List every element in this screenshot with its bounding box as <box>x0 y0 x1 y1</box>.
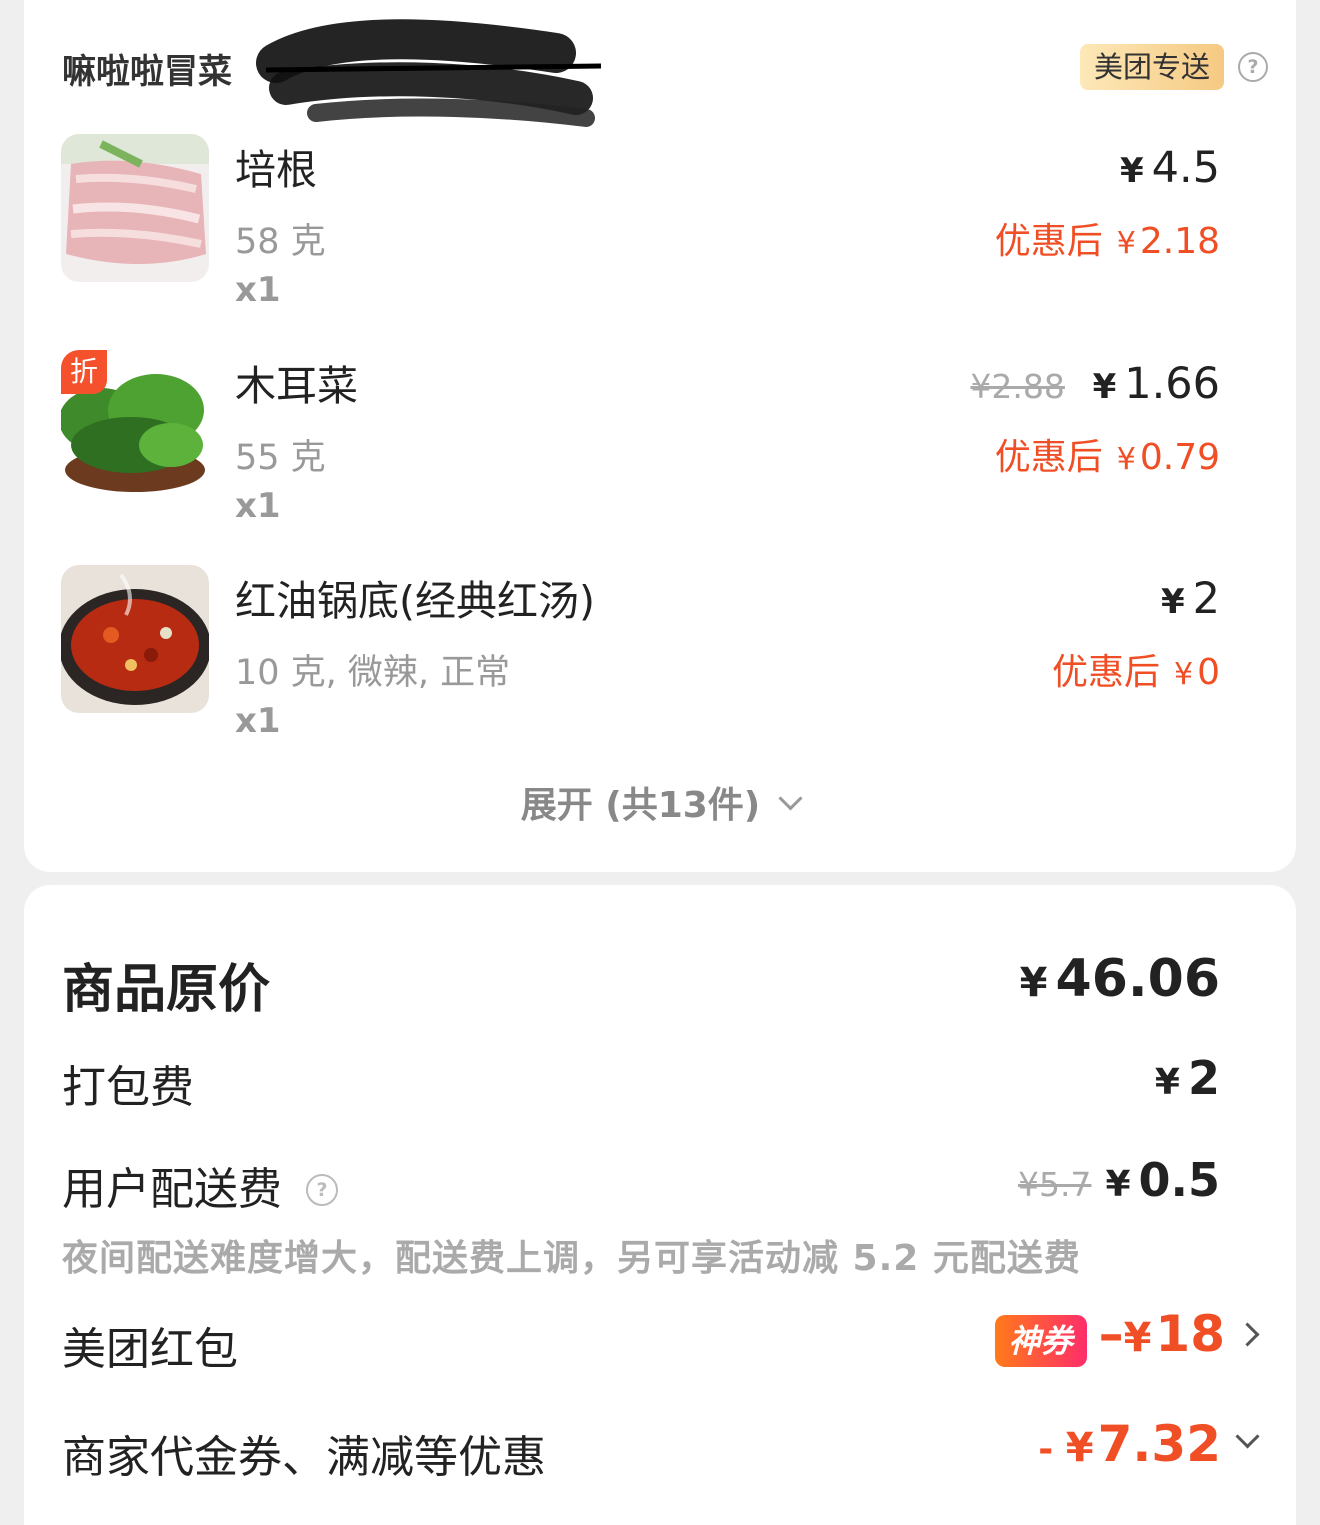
item-price: ¥4.5 <box>1120 143 1220 193</box>
delivery-fee-note: 夜间配送难度增大，配送费上调，另可享活动减 5.2 元配送费 <box>62 1238 1081 1279</box>
currency-symbol: ¥ <box>1174 657 1194 692</box>
item-name: 木耳菜 <box>235 362 358 410</box>
original-total-value: ¥46.06 <box>1020 949 1220 1009</box>
red-packet-label: 美团红包 <box>62 1324 238 1375</box>
order-items-card: 嘛啦啦冒菜 美团专送 ? 培根 58 克 x1 ¥4.5 优惠后 ¥2.18 折… <box>24 0 1296 872</box>
packing-fee-amount: 2 <box>1187 1051 1220 1105</box>
item-quantity: x1 <box>235 701 281 741</box>
red-packet-amount: 18 <box>1155 1305 1225 1363</box>
item-thumbnail-hotpot-base[interactable] <box>61 565 209 713</box>
chevron-right-icon <box>1235 1322 1260 1347</box>
merchant-discount-label: 商家代金券、满减等优惠 <box>62 1432 546 1483</box>
delivery-fee-text: 用户配送费 <box>62 1164 282 1215</box>
original-price: ¥2.88 <box>970 367 1065 406</box>
currency-symbol: ¥ <box>1123 1315 1152 1361</box>
item-quantity: x1 <box>235 270 281 310</box>
red-packet-selector[interactable]: 神券 –¥18 <box>994 1305 1260 1373</box>
item-spec: 58 克 <box>235 222 326 262</box>
item-price: ¥2 <box>1161 574 1220 624</box>
discount-label: 优惠后 <box>994 221 1103 262</box>
minus-sign: - <box>1038 1429 1066 1470</box>
bacon-image-icon <box>61 134 209 282</box>
currency-symbol: ¥ <box>1160 582 1185 622</box>
expand-items-button[interactable]: 展开 (共13件) <box>24 776 1296 828</box>
item-spec: 10 克, 微辣, 正常 <box>235 653 511 693</box>
currency-symbol: ¥ <box>1116 442 1136 477</box>
item-quantity: x1 <box>235 486 281 526</box>
original-total-label: 商品原价 <box>62 960 271 1020</box>
currency-symbol: ¥ <box>1065 1425 1094 1471</box>
discount-label: 优惠后 <box>1051 652 1160 693</box>
delivery-type-badge: 美团专送 <box>1080 44 1225 90</box>
packing-fee-label: 打包费 <box>62 1062 194 1113</box>
currency-symbol: ¥ <box>1116 226 1136 261</box>
red-packet-value: –¥18 <box>1099 1305 1225 1363</box>
chevron-down-icon <box>778 786 803 811</box>
discount-badge: 折 <box>61 350 107 394</box>
chevron-down-icon <box>1235 1424 1260 1449</box>
currency-symbol: ¥ <box>1119 151 1144 191</box>
hotpot-image-icon <box>61 565 209 713</box>
delivery-fee-amount: 0.5 <box>1138 1153 1221 1207</box>
item-name: 红油锅底(经典红汤) <box>235 577 595 625</box>
merchant-discount-value: - ¥7.32 <box>1038 1415 1221 1473</box>
delivery-fee-value: ¥5.7 ¥0.5 <box>1018 1153 1220 1207</box>
packing-fee-value: ¥2 <box>1155 1051 1220 1105</box>
delivery-fee-label: 用户配送费 ? <box>62 1153 338 1217</box>
delivery-original-fee: ¥5.7 <box>1017 1165 1092 1204</box>
item-spec: 55 克 <box>235 438 326 478</box>
currency-symbol: ¥ <box>1154 1062 1180 1103</box>
discount-value: 0.79 <box>1139 437 1220 478</box>
store-name[interactable]: 嘛啦啦冒菜 <box>62 44 232 93</box>
item-price-value: 4.5 <box>1151 143 1220 193</box>
super-coupon-badge: 神券 <box>994 1314 1087 1367</box>
discount-value: 0 <box>1197 652 1220 693</box>
item-price-value: 1.66 <box>1124 359 1220 409</box>
currency-symbol: ¥ <box>1105 1164 1131 1205</box>
item-thumbnail-malabar-spinach[interactable]: 折 <box>61 350 209 498</box>
merchant-discount-amount: 7.32 <box>1097 1415 1221 1473</box>
original-total-amount: 46.06 <box>1055 949 1220 1009</box>
minus-sign: – <box>1098 1305 1124 1363</box>
question-circle-icon[interactable]: ? <box>1238 52 1268 82</box>
item-discount-price: 优惠后 ¥2.18 <box>995 212 1220 264</box>
currency-symbol: ¥ <box>1019 960 1048 1006</box>
price-summary-card: 商品原价 ¥46.06 打包费 ¥2 用户配送费 ? ¥5.7 ¥0.5 夜间配送… <box>24 885 1296 1525</box>
discount-label: 优惠后 <box>994 437 1103 478</box>
question-circle-icon[interactable]: ? <box>306 1174 338 1206</box>
item-discount-price: 优惠后 ¥0.79 <box>995 428 1220 480</box>
item-price: ¥2.88 ¥1.66 <box>970 359 1220 409</box>
redaction-scribble <box>256 19 602 127</box>
expand-label: 展开 (共13件) <box>520 785 761 826</box>
item-thumbnail-bacon[interactable] <box>61 134 209 282</box>
merchant-discount-toggle[interactable]: - ¥7.32 <box>1038 1415 1260 1473</box>
discount-value: 2.18 <box>1139 221 1220 262</box>
item-name: 培根 <box>235 146 317 194</box>
item-price-value: 2 <box>1192 574 1220 624</box>
currency-symbol: ¥ <box>1092 367 1117 407</box>
item-discount-price: 优惠后 ¥0 <box>1052 643 1220 695</box>
